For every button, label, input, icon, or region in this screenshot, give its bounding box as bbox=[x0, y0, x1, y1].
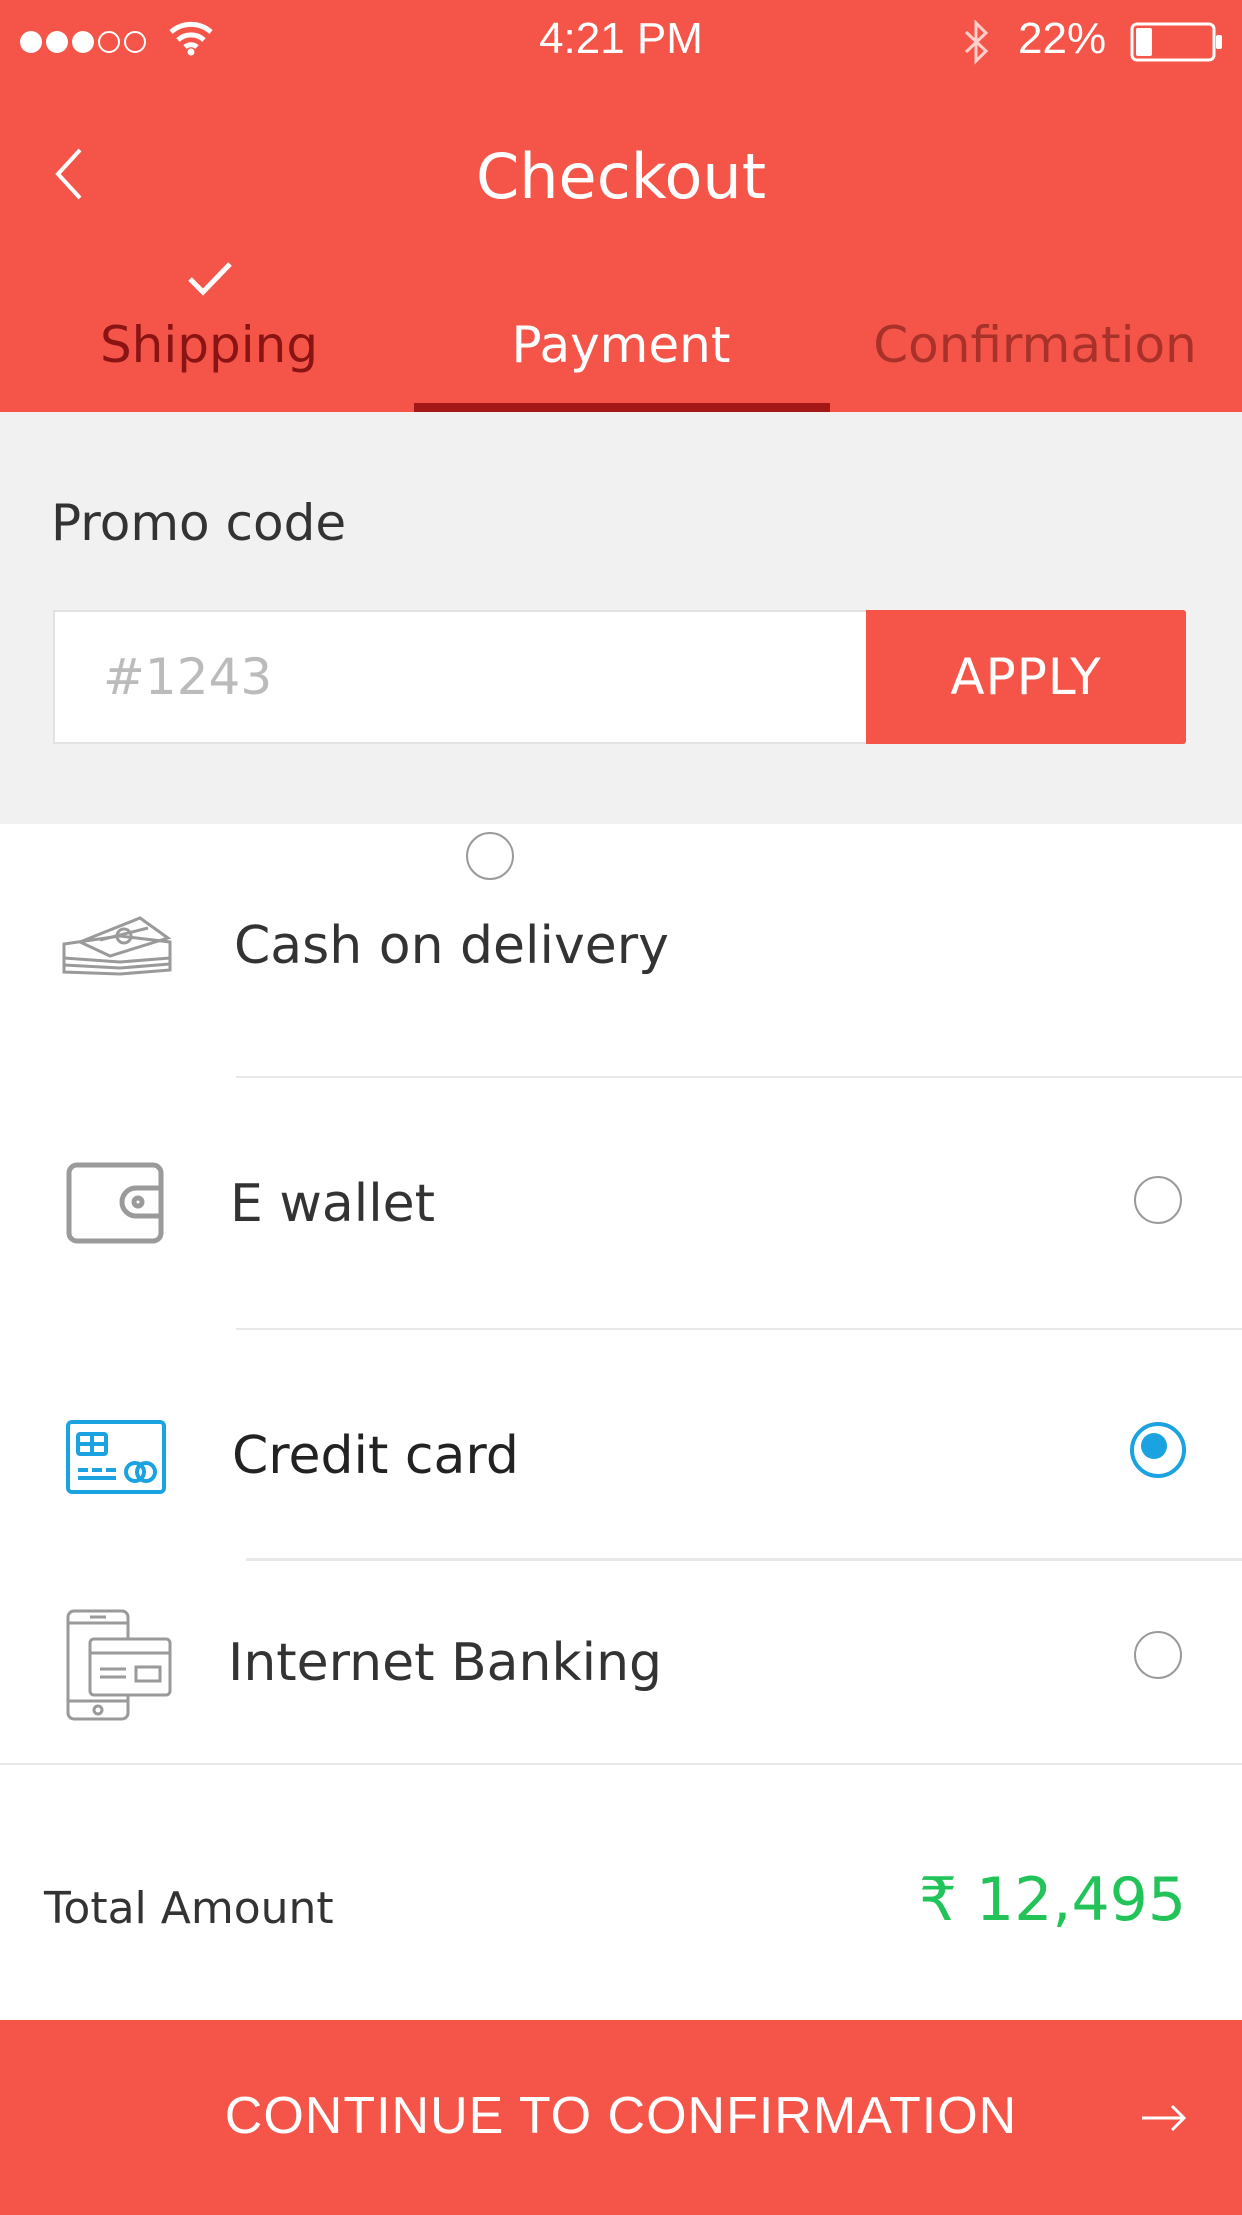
total-amount-section: Total Amount ₹ 12,495 bbox=[0, 1765, 1242, 2020]
payment-radio-cash-on-delivery[interactable] bbox=[466, 832, 514, 880]
promo-code-input[interactable] bbox=[53, 610, 867, 744]
tab-confirmation[interactable]: Confirmation bbox=[828, 316, 1242, 374]
bluetooth-icon bbox=[964, 19, 989, 65]
payment-radio-e-wallet[interactable] bbox=[1134, 1176, 1182, 1224]
active-tab-indicator bbox=[414, 403, 830, 412]
cash-icon bbox=[62, 916, 172, 976]
payment-option-label: E wallet bbox=[230, 1174, 436, 1234]
tab-payment[interactable]: Payment bbox=[414, 316, 828, 374]
payment-option-credit-card[interactable]: Credit card bbox=[0, 1330, 1242, 1558]
payment-option-e-wallet[interactable]: E wallet bbox=[0, 1078, 1242, 1328]
internet-banking-icon bbox=[66, 1609, 172, 1721]
arrow-right-icon bbox=[1142, 2104, 1187, 2132]
payment-radio-internet-banking[interactable] bbox=[1134, 1631, 1182, 1679]
check-icon bbox=[188, 262, 232, 296]
payment-option-internet-banking[interactable]: Internet Banking bbox=[0, 1561, 1242, 1763]
payment-option-label: Credit card bbox=[232, 1426, 519, 1486]
wallet-icon bbox=[66, 1162, 164, 1244]
apply-button[interactable]: APPLY bbox=[866, 610, 1186, 744]
payment-radio-credit-card[interactable] bbox=[1130, 1422, 1186, 1478]
checkout-header: 4:21 PM 22% Checkout Shipping Payment Co… bbox=[0, 0, 1242, 412]
payment-option-label: Internet Banking bbox=[228, 1633, 663, 1693]
page-title: Checkout bbox=[475, 140, 767, 213]
status-bar: 4:21 PM 22% bbox=[0, 0, 1242, 80]
total-amount-label: Total Amount bbox=[44, 1883, 334, 1934]
total-amount-value: ₹ 12,495 bbox=[918, 1865, 1186, 1935]
promo-code-section: Promo code APPLY bbox=[0, 412, 1242, 824]
battery-icon bbox=[1130, 22, 1222, 62]
battery-percent: 22% bbox=[1018, 14, 1107, 63]
continue-to-confirmation-button[interactable]: CONTINUE TO CONFIRMATION bbox=[0, 2020, 1242, 2215]
promo-code-label: Promo code bbox=[51, 494, 347, 552]
tab-shipping[interactable]: Shipping bbox=[2, 316, 416, 374]
credit-card-icon bbox=[66, 1420, 166, 1494]
continue-button-label: CONTINUE TO CONFIRMATION bbox=[224, 2087, 1018, 2145]
payment-option-cash-on-delivery[interactable]: Cash on delivery bbox=[0, 824, 1242, 1076]
payment-option-label: Cash on delivery bbox=[234, 916, 669, 976]
